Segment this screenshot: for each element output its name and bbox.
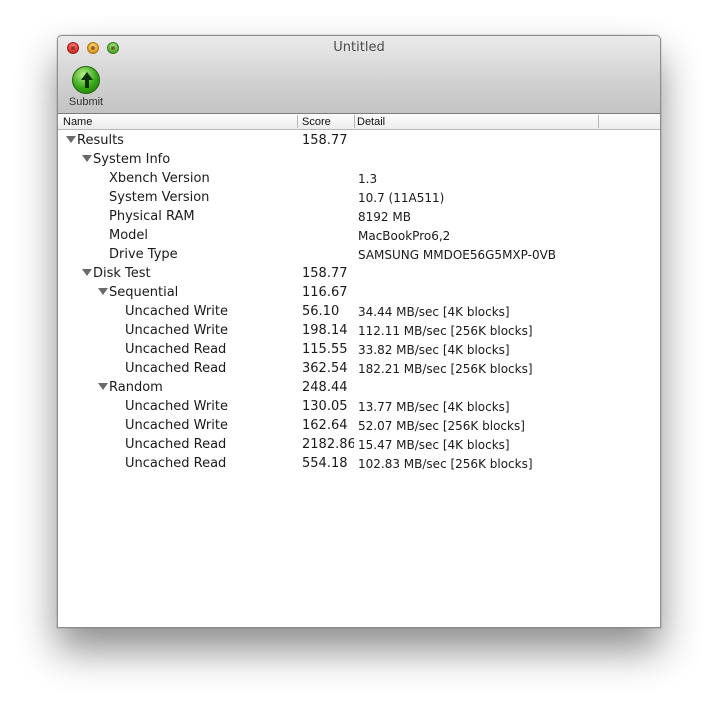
row-score: 158.77	[302, 133, 348, 148]
row-detail: 52.07 MB/sec [256K blocks]	[358, 419, 525, 433]
row-score: 2182.86	[302, 437, 354, 452]
arrow-up-icon	[72, 66, 100, 94]
row-score: 56.10	[302, 304, 340, 319]
table-row[interactable]: Model MacBookPro6,2	[58, 226, 660, 245]
column-divider[interactable]	[598, 115, 599, 128]
row-detail: 8192 MB	[358, 210, 411, 224]
column-divider[interactable]	[297, 115, 298, 128]
row-detail: 15.47 MB/sec [4K blocks]	[358, 438, 510, 452]
table-row[interactable]: Results 158.77	[58, 131, 660, 150]
row-detail: 33.82 MB/sec [4K blocks]	[358, 343, 510, 357]
row-score: 116.67	[302, 285, 348, 300]
table-row[interactable]: Sequential 116.67	[58, 283, 660, 302]
table-row[interactable]: Uncached Write 198.14 112.11 MB/sec [256…	[58, 321, 660, 340]
toolbar: Untitled Submit	[58, 36, 660, 114]
table-row[interactable]: Uncached Read 2182.86 15.47 MB/sec [4K b…	[58, 435, 660, 454]
row-score: 554.18	[302, 456, 348, 471]
row-score: 162.64	[302, 418, 348, 433]
row-score: 115.55	[302, 342, 348, 357]
row-name: Drive Type	[109, 247, 178, 262]
row-name: Disk Test	[82, 266, 302, 281]
row-name: Xbench Version	[109, 171, 210, 186]
outline-rows: Results 158.77 System Info Xbench Versio…	[58, 131, 660, 473]
table-row[interactable]: Uncached Read 554.18 102.83 MB/sec [256K…	[58, 454, 660, 473]
row-detail: 13.77 MB/sec [4K blocks]	[358, 400, 510, 414]
row-score: 158.77	[302, 266, 348, 281]
row-name: System Info	[82, 152, 302, 167]
column-divider[interactable]	[354, 115, 355, 128]
submit-button[interactable]: Submit	[64, 66, 108, 110]
row-detail: SAMSUNG MMDOE56G5MXP-0VB	[358, 248, 557, 262]
row-score: 198.14	[302, 323, 348, 338]
table-row[interactable]: Drive Type SAMSUNG MMDOE56G5MXP-0VB	[58, 245, 660, 264]
row-score: 248.44	[302, 380, 348, 395]
row-name: Random	[98, 380, 318, 395]
column-header-score[interactable]: Score	[302, 115, 352, 129]
submit-label: Submit	[68, 96, 104, 108]
table-row[interactable]: System Info	[58, 150, 660, 169]
table-row[interactable]: Uncached Write 162.64 52.07 MB/sec [256K…	[58, 416, 660, 435]
table-row[interactable]: Disk Test 158.77	[58, 264, 660, 283]
row-name: Sequential	[98, 285, 318, 300]
app-window: Untitled Submit Name Score Detail Result…	[57, 35, 661, 628]
row-detail: 1.3	[358, 172, 378, 186]
disclosure-triangle-icon[interactable]	[82, 155, 92, 162]
table-row[interactable]: Xbench Version 1.3	[58, 169, 660, 188]
window-title: Untitled	[333, 40, 385, 55]
table-row[interactable]: Uncached Read 115.55 33.82 MB/sec [4K bl…	[58, 340, 660, 359]
table-row[interactable]: Uncached Read 362.54 182.21 MB/sec [256K…	[58, 359, 660, 378]
disclosure-triangle-icon[interactable]	[82, 269, 92, 276]
row-detail: 34.44 MB/sec [4K blocks]	[358, 305, 510, 319]
results-outline: Name Score Detail Results 158.77 System …	[58, 114, 660, 627]
row-score: 130.05	[302, 399, 348, 414]
row-detail: 10.7 (11A511)	[358, 191, 445, 205]
table-row[interactable]: System Version 10.7 (11A511)	[58, 188, 660, 207]
table-row[interactable]: Physical RAM 8192 MB	[58, 207, 660, 226]
column-header-name[interactable]: Name	[63, 115, 293, 129]
row-name: Model	[109, 228, 149, 243]
row-name: System Version	[109, 190, 210, 205]
column-header-detail[interactable]: Detail	[357, 115, 597, 129]
row-detail: 102.83 MB/sec [256K blocks]	[358, 457, 533, 471]
table-header: Name Score Detail	[58, 114, 660, 130]
disclosure-triangle-icon[interactable]	[98, 383, 108, 390]
table-row[interactable]: Uncached Write 56.10 34.44 MB/sec [4K bl…	[58, 302, 660, 321]
row-detail: 112.11 MB/sec [256K blocks]	[358, 324, 533, 338]
row-name: Physical RAM	[109, 209, 195, 224]
row-detail: MacBookPro6,2	[358, 229, 451, 243]
row-name: Results	[66, 133, 286, 148]
disclosure-triangle-icon[interactable]	[66, 136, 76, 143]
table-row[interactable]: Random 248.44	[58, 378, 660, 397]
disclosure-triangle-icon[interactable]	[98, 288, 108, 295]
table-row[interactable]: Uncached Write 130.05 13.77 MB/sec [4K b…	[58, 397, 660, 416]
row-score: 362.54	[302, 361, 348, 376]
row-detail: 182.21 MB/sec [256K blocks]	[358, 362, 533, 376]
